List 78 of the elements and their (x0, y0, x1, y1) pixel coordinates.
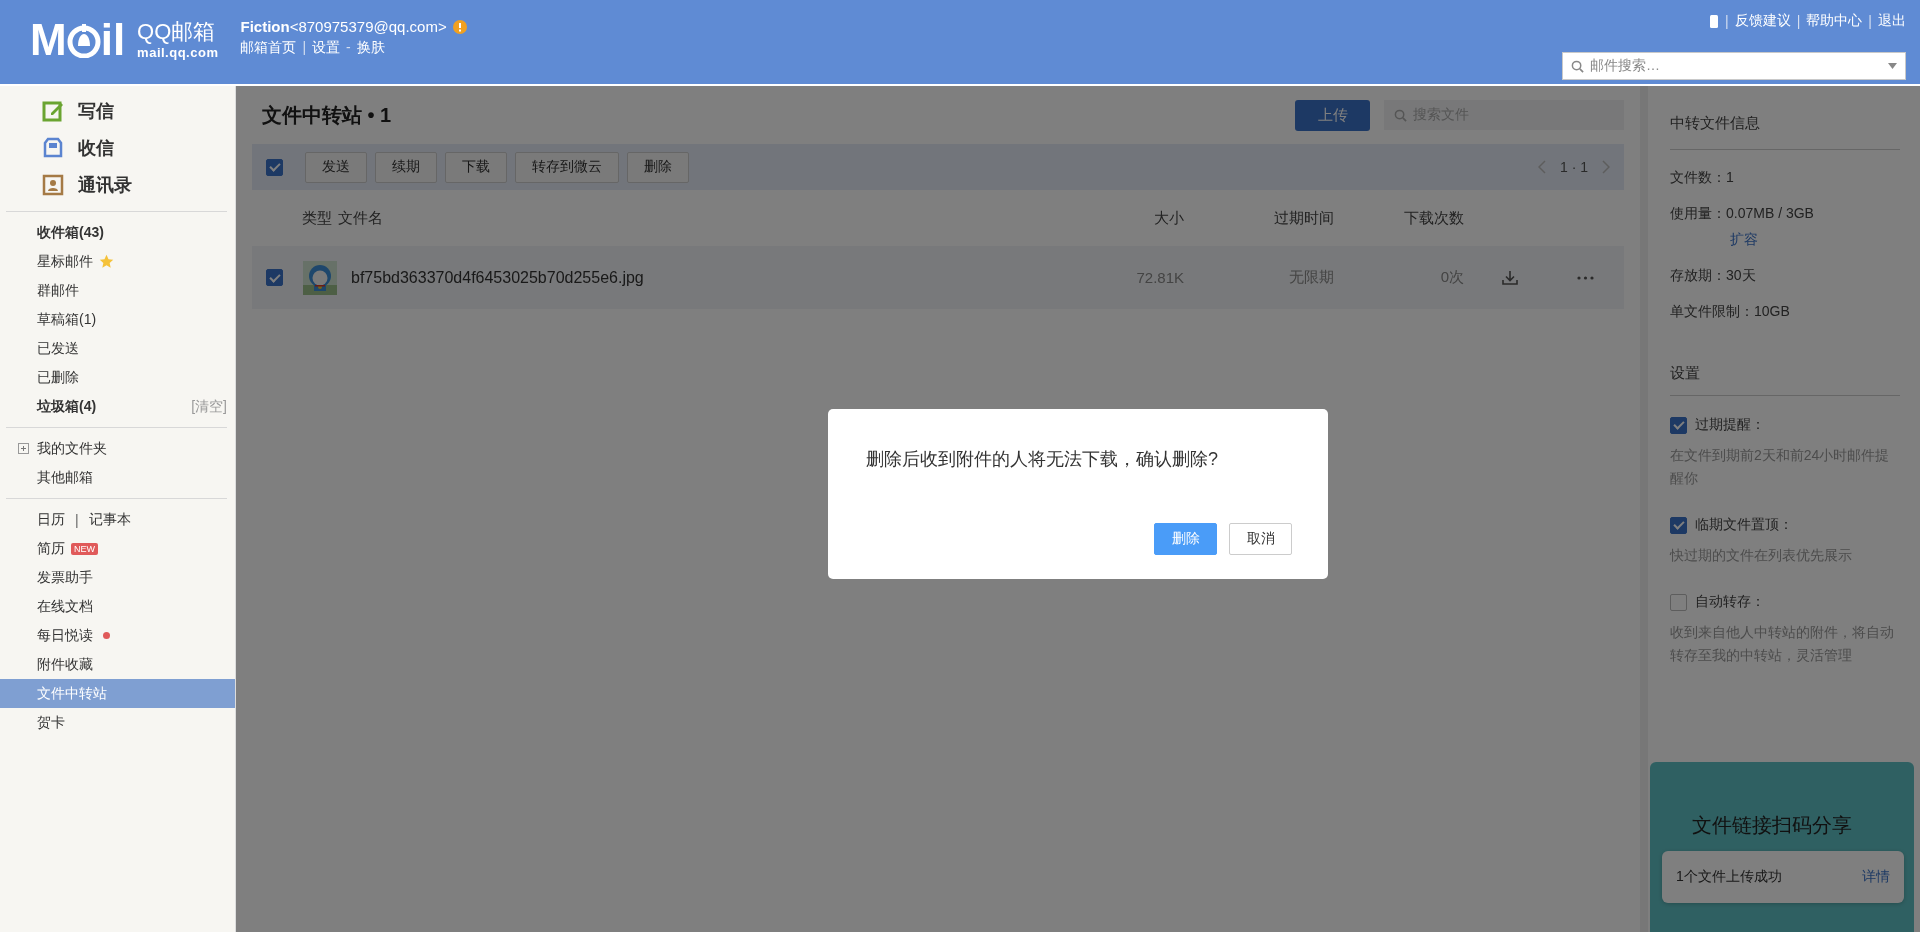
folder-link[interactable]: 附件收藏 (37, 655, 93, 674)
separator: | (1796, 13, 1801, 29)
toolbar-button[interactable]: 下载 (445, 151, 507, 183)
folder-link[interactable]: 群邮件 (37, 281, 79, 300)
cancel-button[interactable]: 取消 (1229, 523, 1292, 555)
folder-link[interactable]: 已删除 (37, 368, 79, 387)
column-header: 下载次数 (1403, 208, 1464, 228)
info-text: 使用量：0.07MB / 3GB (1670, 205, 1815, 223)
separator: | (1868, 13, 1872, 29)
inbox-icon (42, 136, 64, 159)
separator: | (302, 39, 307, 57)
setting-label: 自动转存： (1695, 593, 1765, 611)
toast-message: 1个文件上传成功 (1676, 868, 1782, 886)
toolbar-button[interactable]: 删除 (627, 151, 689, 183)
account-name: Fiction<870975379@qq.com> (240, 18, 447, 35)
column-header: 类型 (302, 208, 333, 228)
column-header: 过期时间 (1273, 208, 1334, 228)
setting-checkbox[interactable] (1670, 416, 1687, 434)
nav-link[interactable]: 通讯录 (78, 172, 132, 197)
search-icon (1394, 108, 1407, 122)
phone-icon[interactable] (1709, 13, 1720, 29)
more-icon[interactable] (1577, 275, 1594, 280)
folder-link[interactable]: 已发送 (37, 339, 79, 358)
domain-text: mail.qq.com (137, 44, 219, 60)
dialog-message: 删除后收到附件的人将无法下载，确认删除? (866, 448, 1219, 471)
folder-link[interactable]: 简历 (37, 539, 65, 558)
notebook-link[interactable]: 记事本 (88, 510, 131, 529)
info-text: 单文件限制：10GB (1670, 303, 1791, 321)
info-text: 存放期：30天 (1670, 267, 1757, 285)
promo-title: 文件链接扫码分享 (1692, 813, 1853, 838)
column-header: 大小 (1153, 208, 1184, 228)
folder-link[interactable]: 在线文档 (37, 597, 93, 616)
folder-link[interactable]: 星标邮件 (37, 252, 93, 271)
separator: | (75, 511, 79, 528)
toolbar-button[interactable]: 发送 (305, 151, 367, 183)
setting-checkbox[interactable] (1670, 516, 1687, 534)
folder-link[interactable]: 每日悦读 (37, 626, 93, 645)
setting-label: 过期提醒： (1695, 416, 1765, 434)
toolbar-button[interactable]: 续期 (375, 151, 437, 183)
info-text: 文件数：1 (1670, 169, 1735, 187)
row-checkbox[interactable] (266, 269, 283, 286)
folder-link[interactable]: 垃圾箱(4) (37, 397, 97, 416)
mail-search-field[interactable]: 邮件搜索… (1562, 52, 1906, 80)
section-title: 中转文件信息 (1670, 86, 1900, 150)
file-name[interactable]: bf75bd363370d4f6453025b70d255e6.jpg (351, 268, 1094, 287)
folder-link[interactable]: 贺卡 (37, 713, 65, 732)
expand-icon[interactable] (18, 443, 29, 454)
star-icon (99, 254, 114, 269)
select-all-checkbox[interactable] (266, 158, 283, 176)
column-header: 文件名 (338, 208, 384, 228)
contact-card-icon (42, 173, 64, 196)
logo-text: il (100, 18, 126, 62)
nav-link[interactable]: 收信 (78, 135, 114, 160)
new-badge: NEW (71, 542, 98, 555)
warning-icon[interactable] (452, 19, 467, 34)
logo-text: M (30, 18, 67, 62)
separator: | (1725, 13, 1729, 29)
separator: - (346, 39, 351, 57)
section-title: 设置 (1670, 344, 1900, 396)
folder-link[interactable]: 我的文件夹 (37, 439, 107, 458)
compose-icon (42, 99, 64, 122)
folder-link[interactable]: 收件箱(43) (37, 223, 104, 242)
page-title: 文件中转站 • 1 (262, 102, 392, 128)
download-icon[interactable] (1502, 270, 1518, 285)
calendar-link[interactable]: 日历 (37, 510, 65, 529)
logo-bell-icon (66, 22, 101, 58)
unread-dot (103, 632, 110, 639)
toolbar-button[interactable]: 转存到微云 (515, 151, 619, 183)
setting-label: 临期文件置顶： (1695, 516, 1793, 534)
folder-link[interactable]: 草稿箱(1) (37, 310, 97, 329)
nav-link[interactable]: 写信 (78, 98, 114, 123)
folder-link[interactable]: 其他邮箱 (37, 468, 93, 487)
folder-link[interactable]: 发票助手 (37, 568, 93, 587)
page-indicator: 1 · 1 (1560, 159, 1588, 175)
caret-icon (1888, 63, 1897, 69)
setting-checkbox[interactable] (1670, 593, 1687, 611)
search-icon (1571, 59, 1584, 73)
product-name: QQ邮箱 (137, 20, 217, 45)
